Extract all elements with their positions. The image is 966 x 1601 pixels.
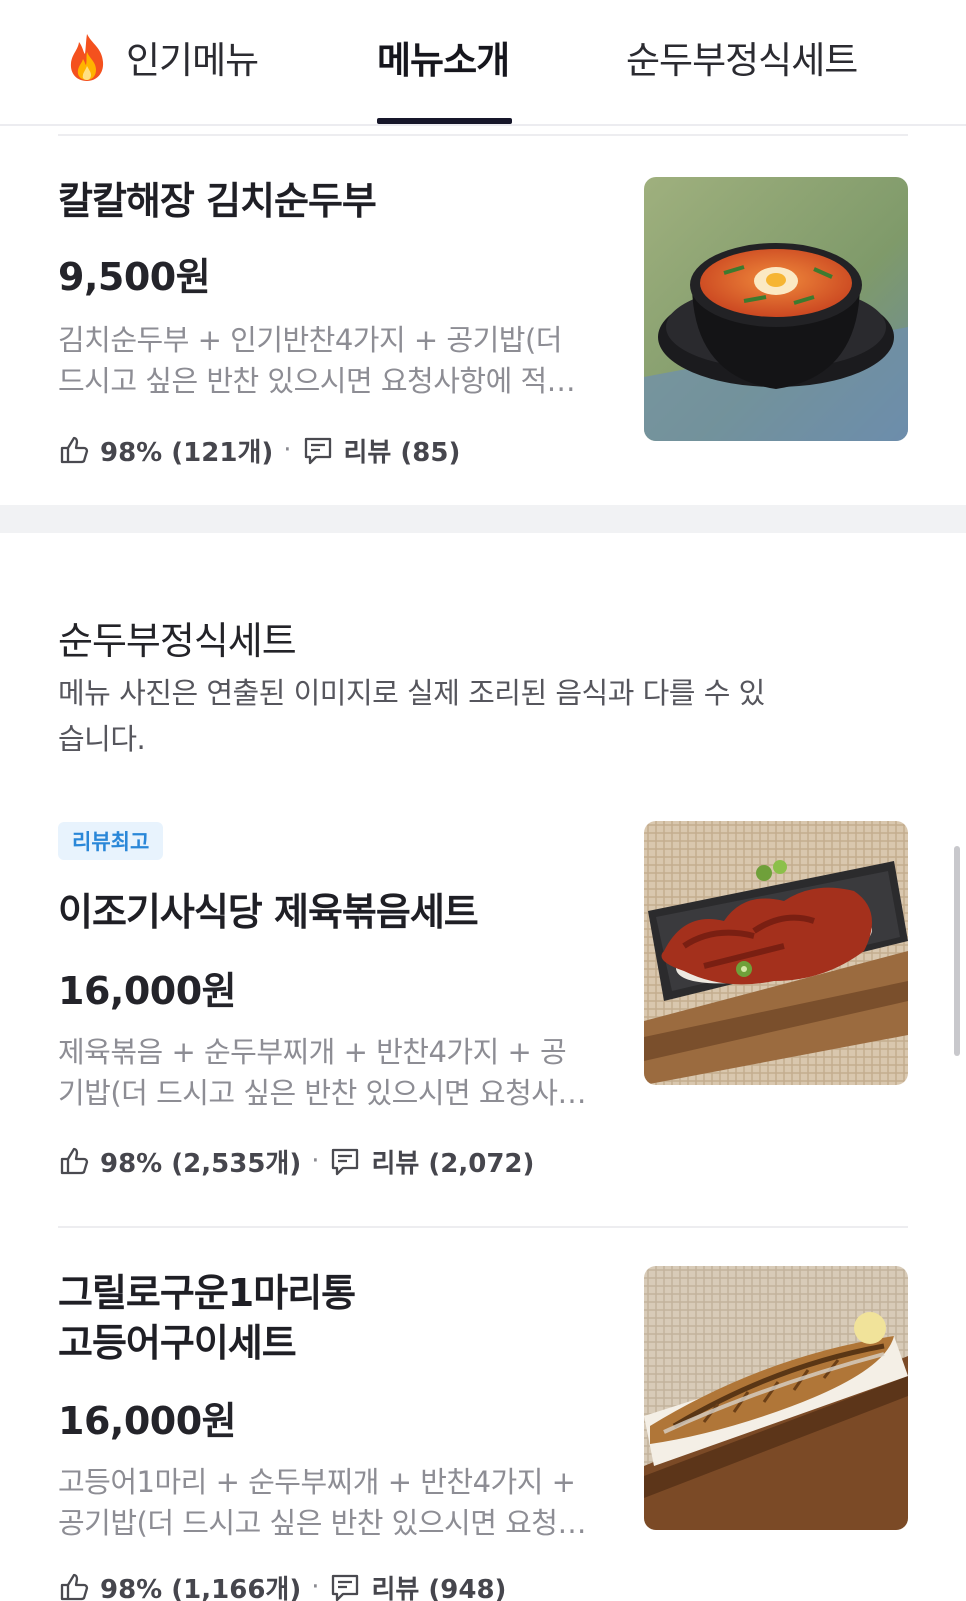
item-title: 칼칼해장 김치순두부 [58,179,377,223]
review-count: 리뷰 (948) [371,1574,507,1601]
tab-menu-intro[interactable]: 메뉴소개 [377,30,510,126]
review-best-badge: 리뷰최고 [58,822,164,860]
review-bubble-icon [332,1574,359,1601]
thumbs-up-icon [60,1573,89,1601]
item-price: 16,000원 [58,969,237,1013]
tab-popular-menu[interactable]: 인기메뉴 [66,30,259,126]
tab-label: 메뉴소개 [377,39,510,82]
section-description: 메뉴 사진은 연출된 이미지로 실제 조리된 음식과 다를 수 있습니다. [58,676,765,756]
item-price: 9,500원 [58,255,211,299]
thumbs-up-icon [60,1147,89,1175]
item-stats: 98% (1,166개) · 리뷰 (948) [58,1567,506,1601]
section-title: 순두부정식세트 [58,619,297,663]
menu-page: 인기메뉴 메뉴소개 순두부정식세트 칼칼해장 김치순두부 9,500원 김치순두… [0,0,966,1601]
item-title: 이조기사식당 제육볶음세트 [58,890,479,934]
tab-label: 인기메뉴 [126,39,259,82]
item-price: 16,000원 [58,1399,237,1443]
item-photo [644,1266,908,1530]
item-title-line1: 그릴로구운1마리통 [58,1271,356,1315]
tab-label: 순두부정식세트 [626,39,858,82]
scrollbar[interactable] [954,846,960,1056]
review-bubble-icon [304,437,331,465]
tab-sundubu-set[interactable]: 순두부정식세트 [626,30,858,126]
review-count: 리뷰 (2,072) [371,1148,535,1179]
item-description: 김치순두부 + 인기반찬4가지 + 공기밥(더 드시고 싶은 반찬 있으시면 요… [58,323,573,398]
item-photo [644,821,908,1085]
review-count: 리뷰 (85) [343,437,461,468]
fire-icon [70,34,104,81]
separator-dot: · [311,1146,320,1176]
item-photo [644,177,908,441]
like-rate: 98% (121개) [100,437,274,468]
separator-dot: · [283,435,292,465]
like-rate: 98% (2,535개) [100,1148,302,1179]
review-bubble-icon [332,1148,359,1176]
item-stats: 98% (2,535개) · 리뷰 (2,072) [58,1141,534,1181]
menu-tab-bar: 인기메뉴 메뉴소개 순두부정식세트 [0,0,966,126]
divider [58,134,908,136]
separator-dot: · [311,1572,320,1601]
item-title-line2: 고등어구이세트 [58,1321,297,1365]
active-tab-indicator [377,118,512,124]
mackerel-photo [644,1266,908,1530]
jeyuk-photo [644,821,908,1085]
sundubu-photo [644,177,908,441]
thumbs-up-icon [60,436,89,464]
item-description: 제육볶음 + 순두부찌개 + 반찬4가지 + 공기밥(더 드시고 싶은 반찬 있… [58,1035,584,1110]
like-rate: 98% (1,166개) [100,1574,302,1601]
section-separator [0,505,966,533]
divider [58,1226,908,1228]
item-description: 고등어1마리 + 순두부찌개 + 반찬4가지 + 공기밥(더 드시고 싶은 반찬… [58,1465,584,1540]
item-stats: 98% (121개) · 리뷰 (85) [58,430,460,470]
